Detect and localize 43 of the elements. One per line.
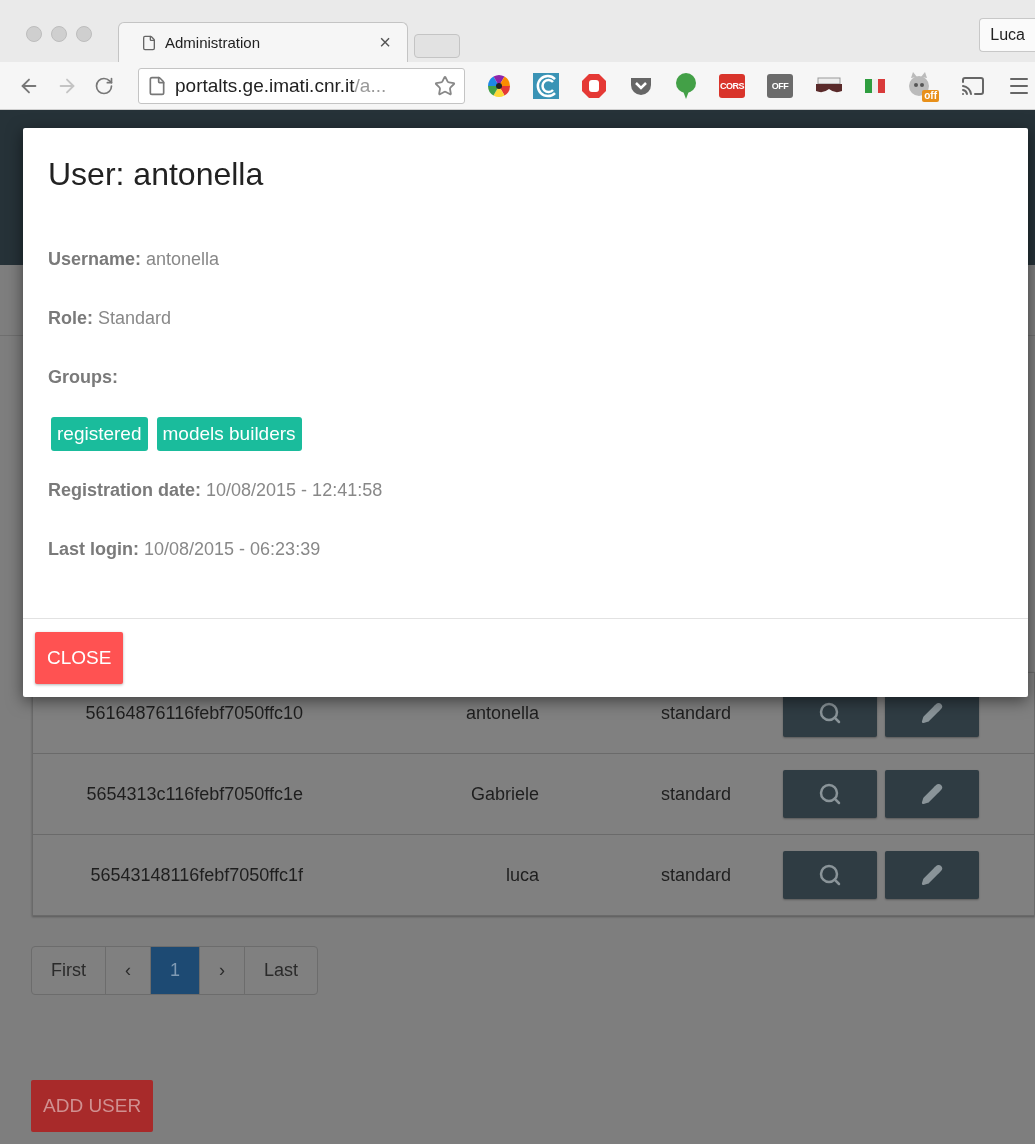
extension-icon[interactable]: OFF bbox=[767, 73, 793, 98]
dialog-title: User: antonella bbox=[47, 155, 265, 194]
address-field[interactable]: portalts.ge.imati.cnr.it/a... bbox=[138, 67, 465, 104]
page-button[interactable]: 1 bbox=[150, 946, 200, 995]
table-cell-text: antonella bbox=[464, 702, 539, 724]
group-tag: registered bbox=[51, 417, 148, 451]
reload-icon[interactable] bbox=[94, 75, 114, 96]
field-text: Role: Standard bbox=[48, 309, 173, 328]
table-cell-text: standard bbox=[661, 702, 733, 724]
page-icon bbox=[147, 75, 167, 96]
profile-button[interactable]: Luca bbox=[979, 18, 1035, 52]
table-cell-text: 56543148116febf7050ffc1f bbox=[89, 864, 303, 886]
table-cell-text: 56164876116febf7050ffc10 bbox=[84, 702, 303, 724]
close-button[interactable]: CLOSE bbox=[35, 632, 124, 684]
page-button[interactable]: › bbox=[199, 946, 245, 995]
search-icon bbox=[818, 701, 842, 725]
extension-icon[interactable]: CORS bbox=[719, 73, 745, 98]
pencil-icon bbox=[921, 864, 943, 886]
pencil-icon bbox=[921, 783, 943, 805]
table-cell-text: standard bbox=[661, 783, 733, 805]
close-icon[interactable]: × bbox=[379, 31, 391, 54]
table-cell-text: 5654313c116febf7050ffc1e bbox=[85, 783, 303, 805]
search-icon bbox=[818, 782, 842, 806]
browser-tab[interactable]: Administration × bbox=[118, 22, 408, 62]
page-button[interactable]: ‹ bbox=[105, 946, 151, 995]
table-cell-text: Gabriele bbox=[469, 783, 539, 805]
color-wheel-icon[interactable] bbox=[487, 73, 511, 98]
field-text: Last login: 10/08/2015 - 06:23:39 bbox=[48, 540, 322, 559]
search-icon bbox=[818, 863, 842, 887]
flag-icon[interactable] bbox=[865, 78, 885, 93]
page-button[interactable]: First bbox=[31, 946, 106, 995]
page-icon bbox=[141, 34, 157, 51]
table-cell-text: luca bbox=[504, 864, 539, 886]
table-cell-text: standard bbox=[661, 864, 733, 886]
field-text: Username: antonella bbox=[48, 250, 221, 269]
pencil-icon bbox=[921, 702, 943, 724]
speech-bubble-icon[interactable] bbox=[675, 72, 697, 99]
page-button[interactable]: Last bbox=[244, 946, 319, 995]
field-text: Groups: bbox=[48, 368, 119, 387]
group-tag: models builders bbox=[156, 417, 302, 451]
star-icon[interactable] bbox=[434, 74, 456, 97]
add-user-button[interactable]: ADD USER bbox=[31, 1080, 154, 1132]
field-text: Registration date: 10/08/2015 - 12:41:58 bbox=[48, 481, 384, 500]
